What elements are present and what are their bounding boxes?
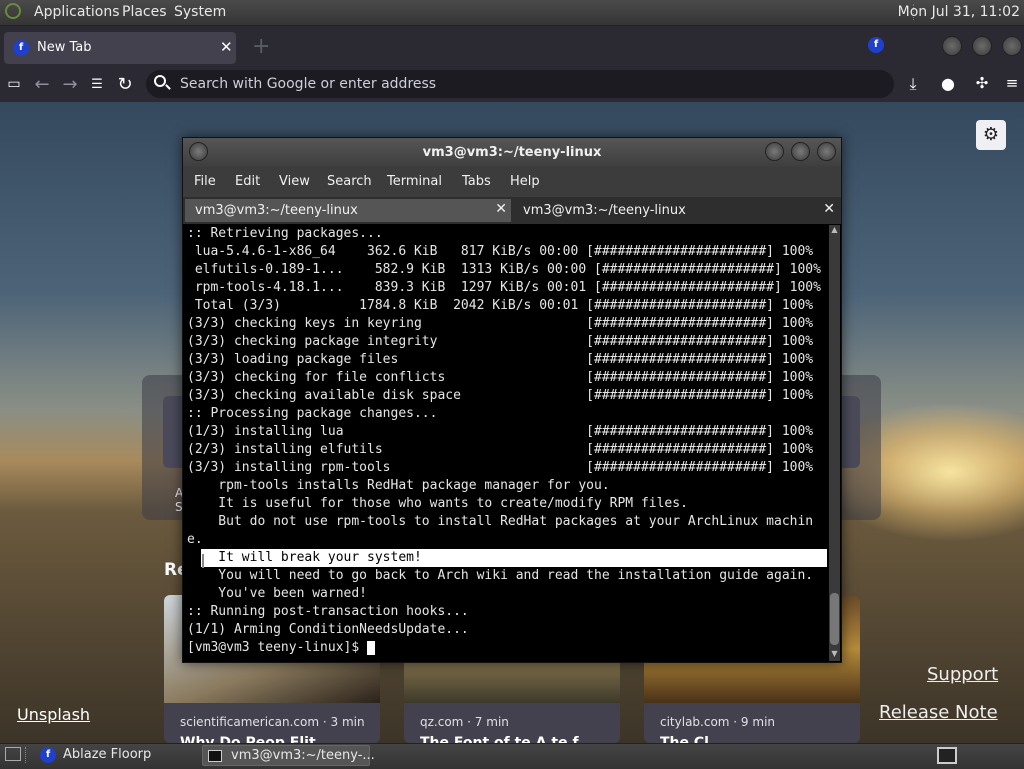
tab-label: New Tab [37,40,92,55]
terminal-tab-bar: vm3@vm3:~/teeny-linux ✕ vm3@vm3:~/teeny-… [183,197,841,224]
terminal-line: (3/3) loading package files [###########… [187,352,814,367]
gear-icon[interactable]: ⚙ [976,120,1006,150]
tab-close-icon[interactable]: ✕ [823,201,835,217]
terminal-tab[interactable]: vm3@vm3:~/teeny-linux ✕ [185,199,511,222]
terminal-scrollbar[interactable]: ▲ ▼ [829,225,840,661]
terminal-cursor [367,641,376,655]
terminal-title: vm3@vm3:~/teeny-linux [422,145,602,160]
story-title: The Font of te A te f [420,735,579,743]
terminal-output[interactable]: :: Retrieving packages... lua-5.4.6-1-x8… [183,225,829,661]
menu-applications[interactable]: Applications [34,4,120,20]
terminal-line: Total (3/3) 1784.8 KiB 2042 KiB/s 00:01 … [187,298,814,313]
story-title: Why Do Peop Flit [180,735,316,743]
menu-terminal[interactable]: Terminal [387,174,442,189]
terminal-menubar: File Edit View Search Terminal Tabs Help [183,167,841,197]
minimize-button[interactable] [765,142,784,161]
minimize-button[interactable] [942,36,962,56]
terminal-line: :: Retrieving packages... [187,226,383,241]
menu-tabs[interactable]: Tabs [462,174,491,189]
tree-style-tabs-icon[interactable]: ☰ [86,77,108,92]
story-source: citylab.com · 9 min [660,715,776,729]
show-desktop-icon[interactable] [5,747,21,761]
menu-system[interactable]: System [174,4,226,20]
floorp-menu-icon[interactable]: f [868,37,884,53]
forward-icon[interactable]: → [59,74,81,95]
extensions-icon[interactable]: ✣ [971,74,993,92]
distro-logo-icon[interactable] [5,3,21,19]
terminal-line: rpm-tools-4.18.1... 839.3 KiB 1297 KiB/s… [187,280,821,295]
terminal-line: (3/3) checking keys in keyring [########… [187,316,814,331]
maximize-button[interactable] [791,142,810,161]
terminal-line: (2/3) installing elfutils [#############… [187,442,814,457]
story-source: scientificamerican.com · 3 min [180,715,365,729]
terminal-tab-label: vm3@vm3:~/teeny-linux [523,203,686,218]
terminal-line: (1/1) Arming ConditionNeedsUpdate... [187,622,469,637]
terminal-line: :: Running post-transaction hooks... [187,604,469,619]
menu-edit[interactable]: Edit [235,174,260,189]
close-window-button[interactable] [1002,36,1022,56]
terminal-line: e. [187,532,203,547]
scroll-down-arrow-icon[interactable]: ▼ [829,649,840,659]
search-icon [154,75,166,87]
release-note-link[interactable]: Release Note [879,702,998,723]
back-icon[interactable]: ← [31,74,53,95]
account-icon[interactable]: ● [937,74,959,93]
top-panel: Applications Places System Mon Jul 31, 1… [0,0,1024,26]
menu-view[interactable]: View [279,174,310,189]
story-title: The Cl [660,735,709,743]
terminal-line: (3/3) checking available disk space [###… [187,388,814,403]
taskbar-item-label: vm3@vm3:~/teeny-... [231,748,375,763]
workspace-switcher-icon[interactable] [937,747,957,764]
browser-tab-newtab[interactable]: f New Tab ✕ [4,32,236,64]
tab-close-icon[interactable]: ✕ [220,38,233,56]
floorp-logo-icon: f [40,747,56,763]
menu-file[interactable]: File [194,174,216,189]
menu-search[interactable]: Search [327,174,372,189]
taskbar-item-floorp[interactable]: f Ablaze Floorp [36,745,200,766]
taskbar-item-terminal[interactable]: vm3@vm3:~/teeny-... [202,745,375,766]
floorp-logo-icon: f [13,40,29,56]
taskbar-item-label: Ablaze Floorp [63,747,152,762]
terminal-line: You will need to go back to Arch wiki an… [187,568,814,583]
terminal-line: rpm-tools installs RedHat package manage… [187,478,610,493]
clock[interactable]: Mon Jul 31, 11:02 [898,4,1020,20]
scrollbar-thumb[interactable] [830,593,839,645]
scroll-up-arrow-icon[interactable]: ▲ [829,225,840,235]
terminal-line: [vm3@vm3 teeny-linux]$ [187,640,368,655]
terminal-icon [208,750,222,762]
terminal-line: :: Processing package changes... [187,406,438,421]
tab-close-icon[interactable]: ✕ [495,201,507,217]
new-tab-button[interactable]: + [252,34,270,59]
story-source: qz.com · 7 min [420,715,509,729]
terminal-line: You've been warned! [187,586,368,601]
support-link[interactable]: Support [927,664,998,685]
sidebar-icon[interactable]: ▭ [3,76,25,92]
menu-help[interactable]: Help [510,174,540,189]
menu-icon[interactable]: ≡ [1001,74,1023,92]
unsplash-link[interactable]: Unsplash [17,705,90,724]
terminal-line: lua-5.4.6-1-x86_64 362.6 KiB 817 KiB/s 0… [187,244,814,259]
reload-icon[interactable]: ↻ [114,74,136,95]
terminal-line: (3/3) checking for file conflicts [#####… [187,370,814,385]
terminal-titlebar[interactable]: vm3@vm3:~/teeny-linux [183,138,841,167]
url-bar[interactable] [146,70,894,98]
terminal-window[interactable]: vm3@vm3:~/teeny-linux File Edit View Sea… [182,137,842,663]
terminal-line: (3/3) installing rpm-tools [############… [187,460,814,475]
terminal-line: (3/3) checking package integrity [######… [187,334,814,349]
terminal-tab-label: vm3@vm3:~/teeny-linux [195,203,358,218]
terminal-tab[interactable]: vm3@vm3:~/teeny-linux ✕ [513,199,839,222]
download-icon[interactable]: ⤓ [902,74,924,94]
panel-separator [25,747,28,763]
terminal-line: It is useful for those who wants to crea… [187,496,688,511]
terminal-line: It will break your system! [187,550,422,565]
terminal-line: But do not use rpm-tools to install RedH… [187,514,814,529]
menu-places[interactable]: Places [122,4,167,20]
terminal-line: (1/3) installing lua [##################… [187,424,814,439]
url-input[interactable] [180,76,830,92]
maximize-button[interactable] [972,36,992,56]
close-button[interactable] [817,142,836,161]
terminal-line: elfutils-0.189-1... 582.9 KiB 1313 KiB/s… [187,262,821,277]
